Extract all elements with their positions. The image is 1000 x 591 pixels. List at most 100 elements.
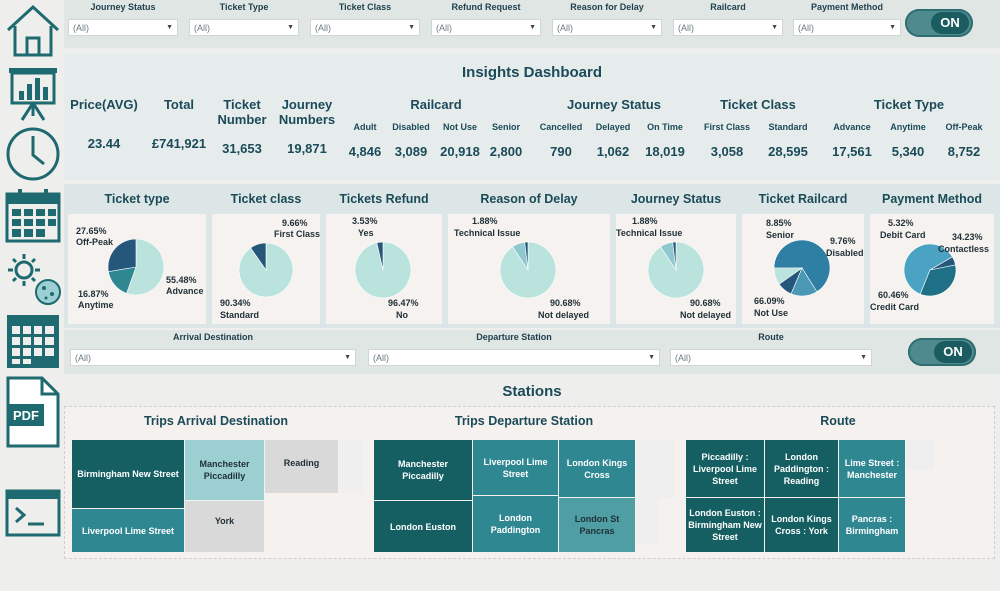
pie-label: Standard: [220, 310, 260, 320]
treemap-tile[interactable]: London Kings Cross : York: [765, 498, 838, 552]
filter-reason-for-delay: Reason for Delay (All) ▼: [552, 0, 662, 40]
station-filters-toggle[interactable]: ON: [908, 338, 976, 366]
treemap-tile[interactable]: Piccadilly : Liverpool Lime Street: [686, 440, 764, 497]
filter-dropdown[interactable]: (All) ▼: [189, 19, 299, 36]
pie-chart[interactable]: [326, 214, 442, 324]
chevron-down-icon: ▼: [648, 354, 655, 361]
kpi-journey-numbers: Journey Numbers 19,871: [276, 97, 338, 156]
page-title: Insights Dashboard: [461, 64, 603, 81]
pie-title: Tickets Refund: [339, 192, 429, 206]
filter-dropdown[interactable]: (All) ▼: [310, 19, 420, 36]
kpi-label: Senior: [491, 122, 520, 132]
filter-label: Ticket Class: [338, 2, 392, 12]
kpi-journey-cancelled: Cancelled 790: [536, 122, 586, 159]
filter-dropdown[interactable]: (All) ▼: [552, 19, 662, 36]
pie-label: 34.23%: [952, 232, 983, 242]
treemap-tile[interactable]: London Euston : Birmingham New Street: [686, 498, 764, 552]
treemap-tile-empty: [636, 440, 674, 498]
filter-label: Railcard: [710, 2, 746, 12]
treemap-tile[interactable]: Lime Street : Manchester: [839, 440, 905, 497]
pie-label: Not delayed: [538, 310, 590, 320]
filter-dropdown[interactable]: (All) ▼: [673, 19, 783, 36]
treemap-tile-empty: [906, 440, 934, 470]
pie-label: Credit Card: [870, 302, 920, 312]
kpi-label: Advance: [833, 122, 871, 132]
calendar-icon[interactable]: [4, 186, 62, 244]
treemap-title: Trips Departure Station: [454, 414, 594, 428]
presentation-chart-icon[interactable]: [4, 64, 62, 122]
kpi-group-title-railcard: Railcard: [410, 97, 462, 112]
treemap-tile[interactable]: Liverpool Lime Street: [72, 509, 184, 552]
treemap-tile[interactable]: London Euston: [374, 501, 472, 552]
chevron-down-icon: ▼: [650, 24, 657, 31]
treemap-tile[interactable]: London Kings Cross: [559, 440, 635, 497]
treemap-tile[interactable]: London St Pancras: [559, 498, 635, 552]
weather-icon[interactable]: [4, 250, 62, 308]
filter-value: (All): [73, 23, 89, 33]
top-filters-toggle[interactable]: ON: [905, 9, 973, 37]
pdf-icon[interactable]: PDF: [4, 376, 62, 448]
pie-label: First Class: [274, 229, 321, 239]
pie-card-tickets-refund[interactable]: 3.53% Yes 96.47% No: [326, 214, 442, 324]
treemap-tile[interactable]: London Paddington: [473, 496, 558, 552]
filter-dropdown[interactable]: (All) ▼: [68, 19, 178, 36]
filter-value: (All): [675, 353, 691, 363]
pie-title: Journey Status: [630, 192, 722, 206]
kpi-label: Adult: [353, 122, 377, 132]
pie-label: 90.68%: [550, 298, 581, 308]
pie-label: 90.68%: [690, 298, 721, 308]
pie-title: Payment Method: [881, 192, 982, 206]
pie-label: Yes: [358, 228, 374, 238]
pie-card-journey-status[interactable]: 1.88% Technical Issue 90.68% Not delayed: [616, 214, 736, 324]
treemap-tile[interactable]: London Paddington : Reading: [765, 440, 838, 497]
pie-card-ticket-class[interactable]: 9.66% First Class 90.34% Standard: [212, 214, 320, 324]
kpi-label: Number: [217, 112, 267, 127]
kpi-ticket-number: Ticket Number 31,653: [214, 97, 270, 156]
pie-label: 90.34%: [220, 298, 251, 308]
kpi-label: Standard: [768, 122, 808, 132]
treemap-tile[interactable]: Pancras : Birmingham: [839, 498, 905, 552]
treemap-tile[interactable]: York: [185, 501, 264, 552]
filter-dropdown[interactable]: (All) ▼: [368, 349, 660, 366]
filter-value: (All): [798, 23, 814, 33]
treemap-tile[interactable]: Liverpool Lime Street: [473, 440, 558, 495]
pie-card-reason-of-delay[interactable]: 1.88% Technical Issue 90.68% Not delayed: [448, 214, 610, 324]
treemap-tile[interactable]: Reading: [265, 440, 338, 493]
filter-dropdown[interactable]: (All) ▼: [70, 349, 356, 366]
clock-icon[interactable]: [4, 124, 62, 182]
kpi-label: Anytime: [890, 122, 926, 132]
treemap-tile[interactable]: Birmingham New Street: [72, 440, 184, 508]
pie-label: Off-Peak: [76, 237, 114, 247]
pie-label: Technical Issue: [616, 228, 683, 238]
kpi-label: Ticket: [223, 97, 261, 112]
pie-label: No: [396, 310, 408, 320]
kpi-railcard-disabled: Disabled 3,089: [388, 122, 434, 159]
pie-card-ticket-type[interactable]: 27.65% Off-Peak 55.48% Advance 16.87% An…: [68, 214, 206, 324]
kpi-value: 1,062: [596, 144, 630, 159]
filter-dropdown[interactable]: (All) ▼: [793, 19, 901, 36]
kpi-group-title-journey-status: Journey Status: [567, 97, 661, 112]
pie-card-payment-method[interactable]: 5.32% Debit Card 34.23% Contactless 60.4…: [870, 214, 994, 324]
kpi-value: £741,921: [151, 136, 207, 151]
pie-card-ticket-railcard[interactable]: 8.85% Senior 9.76% Disabled 66.09% Not U…: [742, 214, 864, 324]
filter-label: Refund Request: [451, 2, 521, 12]
home-icon[interactable]: [4, 2, 62, 60]
pie-label: Not Use: [754, 308, 789, 318]
grid-calendar-icon[interactable]: [4, 312, 62, 370]
filter-dropdown[interactable]: (All) ▼: [431, 19, 541, 36]
filter-dropdown[interactable]: (All) ▼: [670, 349, 872, 366]
kpi-label: Cancelled: [539, 122, 583, 132]
kpi-type-anytime: Anytime 5,340: [882, 122, 934, 159]
kpi-group-title-ticket-class: Ticket Class: [720, 97, 796, 112]
treemap-tile[interactable]: Manchester Piccadilly: [374, 440, 472, 500]
filter-label: Arrival Destination: [172, 332, 254, 342]
kpi-value: 4,846: [348, 144, 382, 159]
pie-label: 60.46%: [878, 290, 909, 300]
pie-label: Advance: [166, 286, 204, 296]
kpi-value: 790: [550, 144, 572, 159]
pie-label: Senior: [766, 230, 795, 240]
treemap-tile[interactable]: Manchester Piccadilly: [185, 440, 264, 500]
kpi-total: Total £741,921: [144, 97, 214, 151]
terminal-icon[interactable]: [4, 488, 62, 538]
filter-label: Ticket Type: [219, 2, 269, 12]
